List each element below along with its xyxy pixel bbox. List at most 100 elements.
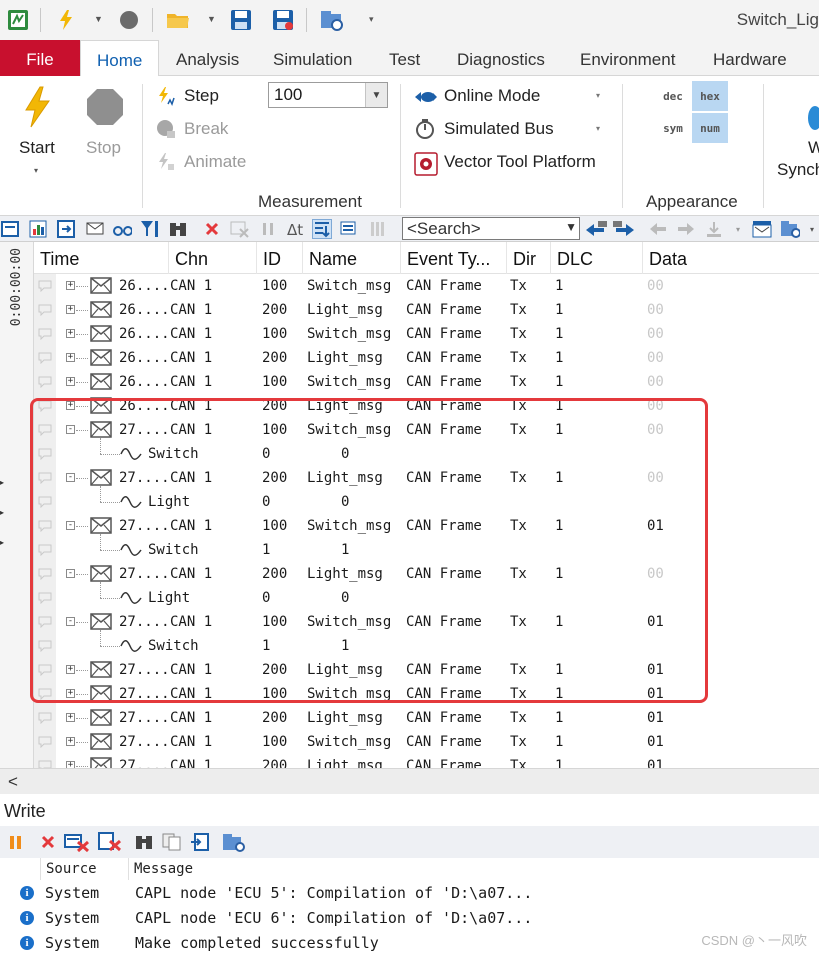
- online-mode-button[interactable]: Online Mode ▾: [414, 84, 608, 110]
- filter-icon[interactable]: [140, 219, 160, 239]
- expand-icon[interactable]: +: [66, 737, 75, 746]
- step-button[interactable]: Step: [156, 84, 256, 110]
- tab-diagnostics[interactable]: Diagnostics: [441, 40, 561, 76]
- synchronization-button[interactable]: W Synch: [774, 106, 819, 186]
- trace-row[interactable]: - 27.... CAN 1 100 Switch_msg CAN Frame Tx 1 01: [34, 610, 819, 646]
- save-as-icon[interactable]: [271, 8, 295, 32]
- expand-icon[interactable]: +: [66, 761, 75, 768]
- step-size-combobox[interactable]: 100 ▼: [268, 82, 388, 108]
- trace-configuration-dropdown-icon[interactable]: ▾: [802, 219, 819, 239]
- find-binoculars-icon[interactable]: [134, 832, 154, 852]
- comment-bubble-icon[interactable]: [34, 586, 56, 610]
- trace-row[interactable]: - 27.... CAN 1 200 Light_msg CAN Frame Tx 1 00: [34, 466, 819, 502]
- clear-all-icon[interactable]: [64, 832, 90, 852]
- trace-row[interactable]: +27.... CAN 1 200 Light_msg CAN Frame Tx 1 01: [34, 754, 819, 768]
- splitter-arrow-icon[interactable]: ▸: [0, 508, 6, 517]
- tab-file[interactable]: File: [0, 40, 80, 76]
- tab-simulation[interactable]: Simulation: [257, 40, 368, 76]
- trace-row[interactable]: - 27.... CAN 1 200 Light_msg CAN Frame Tx 1 00: [34, 562, 819, 598]
- chronological-mode-icon[interactable]: [312, 219, 332, 239]
- stop-button[interactable]: Stop: [80, 82, 130, 182]
- simulated-bus-dropdown-icon[interactable]: ▾: [596, 124, 600, 133]
- message-filter-icon[interactable]: [86, 219, 106, 239]
- comment-bubble-icon[interactable]: [34, 682, 56, 706]
- comment-bubble-icon[interactable]: [34, 730, 56, 754]
- expand-icon[interactable]: +: [66, 665, 75, 674]
- expand-icon[interactable]: +: [66, 329, 75, 338]
- search-dropdown-icon[interactable]: ▼: [565, 220, 577, 234]
- tab-analysis[interactable]: Analysis: [160, 40, 255, 76]
- splitter-arrow-icon[interactable]: ▸: [0, 478, 6, 487]
- comment-bubble-icon[interactable]: [34, 370, 56, 394]
- comment-bubble-icon[interactable]: [34, 706, 56, 730]
- vector-tool-platform-button[interactable]: Vector Tool Platform: [414, 150, 614, 176]
- find-binoculars-icon[interactable]: [168, 219, 188, 239]
- chevron-down-icon[interactable]: ▼: [365, 83, 387, 107]
- write-configuration-icon[interactable]: [222, 832, 246, 852]
- column-data[interactable]: Data: [642, 242, 819, 274]
- open-folder-icon[interactable]: [166, 8, 190, 32]
- expand-icon[interactable]: +: [66, 281, 75, 290]
- scroll-left-icon[interactable]: <: [8, 772, 18, 792]
- scroll-mode-icon[interactable]: [56, 219, 76, 239]
- clear-close-icon[interactable]: [38, 832, 58, 852]
- start-dropdown-icon[interactable]: ▼: [94, 14, 103, 24]
- message-window-icon[interactable]: [752, 219, 772, 239]
- comment-bubble-icon[interactable]: [34, 346, 56, 370]
- tab-home[interactable]: Home: [80, 40, 160, 77]
- comment-bubble-icon[interactable]: [34, 298, 56, 322]
- signal-row[interactable]: Light 0 0: [34, 582, 819, 610]
- column-id[interactable]: ID: [256, 242, 302, 274]
- start-lightning-icon[interactable]: [54, 8, 78, 32]
- simulated-bus-button[interactable]: Simulated Bus ▾: [414, 117, 608, 143]
- open-dropdown-icon[interactable]: ▼: [207, 14, 216, 24]
- clear-close-icon[interactable]: [202, 219, 222, 239]
- trace-row[interactable]: +27.... CAN 1 200 Light_msg CAN Frame Tx 1 01: [34, 706, 819, 730]
- comment-bubble-icon[interactable]: [34, 418, 56, 442]
- trace-row[interactable]: +26.... CAN 1 200 Light_msg CAN Frame Tx 1 00: [34, 346, 819, 370]
- format-sym-toggle[interactable]: sym: [655, 113, 691, 143]
- comment-bubble-icon[interactable]: [34, 562, 56, 586]
- comment-bubble-icon[interactable]: [34, 658, 56, 682]
- format-num-toggle[interactable]: num: [692, 113, 728, 143]
- trace-row[interactable]: +27.... CAN 1 100 Switch_msg CAN Frame Tx 1 01: [34, 682, 819, 706]
- fixed-position-icon[interactable]: [340, 219, 360, 239]
- trace-row[interactable]: +26.... CAN 1 100 Switch_msg CAN Frame Tx 1 00: [34, 370, 819, 394]
- column-chn[interactable]: Chn: [168, 242, 256, 274]
- comment-bubble-icon[interactable]: [34, 322, 56, 346]
- comment-bubble-icon[interactable]: [34, 490, 56, 514]
- column-name[interactable]: Name: [302, 242, 400, 274]
- trace-row[interactable]: +27.... CAN 1 100 Switch_msg CAN Frame Tx 1 01: [34, 730, 819, 754]
- column-dir[interactable]: Dir: [506, 242, 550, 274]
- statistics-icon[interactable]: [28, 219, 48, 239]
- signal-row[interactable]: Switch 1 1: [34, 630, 819, 658]
- trace-row[interactable]: +26.... CAN 1 200 Light_msg CAN Frame Tx 1 00: [34, 394, 819, 418]
- trace-row[interactable]: +26.... CAN 1 100 Switch_msg CAN Frame Tx 1 00: [34, 322, 819, 346]
- column-event-type[interactable]: Event Ty...: [400, 242, 506, 274]
- tab-environment[interactable]: Environment: [564, 40, 691, 76]
- online-mode-dropdown-icon[interactable]: ▾: [596, 91, 600, 100]
- trace-row[interactable]: +27.... CAN 1 200 Light_msg CAN Frame Tx 1 01: [34, 658, 819, 682]
- trace-configuration-icon[interactable]: [780, 219, 800, 239]
- expand-icon[interactable]: +: [66, 689, 75, 698]
- write-row[interactable]: i System CAPL node 'ECU 6': Compilation …: [0, 906, 819, 931]
- signal-row[interactable]: Light 0 0: [34, 486, 819, 514]
- expand-icon[interactable]: +: [66, 401, 75, 410]
- break-button[interactable]: Break: [156, 117, 256, 143]
- delta-time-icon[interactable]: Δt: [286, 219, 306, 239]
- collapse-icon[interactable]: -: [66, 521, 75, 530]
- signal-row[interactable]: Switch 0 0: [34, 438, 819, 466]
- column-time[interactable]: Time: [34, 242, 168, 274]
- trace-row[interactable]: +26.... CAN 1 100 Switch_msg CAN Frame Tx 1 00: [34, 274, 819, 298]
- comment-bubble-icon[interactable]: [34, 442, 56, 466]
- tab-test[interactable]: Test: [373, 40, 436, 76]
- start-button[interactable]: Start ▾: [10, 82, 66, 182]
- comment-bubble-icon[interactable]: [34, 634, 56, 658]
- collapse-icon[interactable]: -: [66, 617, 75, 626]
- comment-bubble-icon[interactable]: [34, 466, 56, 490]
- write-row[interactable]: i System Make completed successfully: [0, 931, 819, 954]
- horizontal-scrollbar[interactable]: <: [0, 768, 819, 794]
- search-input[interactable]: [403, 218, 553, 239]
- start-dropdown-icon[interactable]: ▾: [34, 166, 38, 175]
- stop-circle-icon[interactable]: [117, 8, 141, 32]
